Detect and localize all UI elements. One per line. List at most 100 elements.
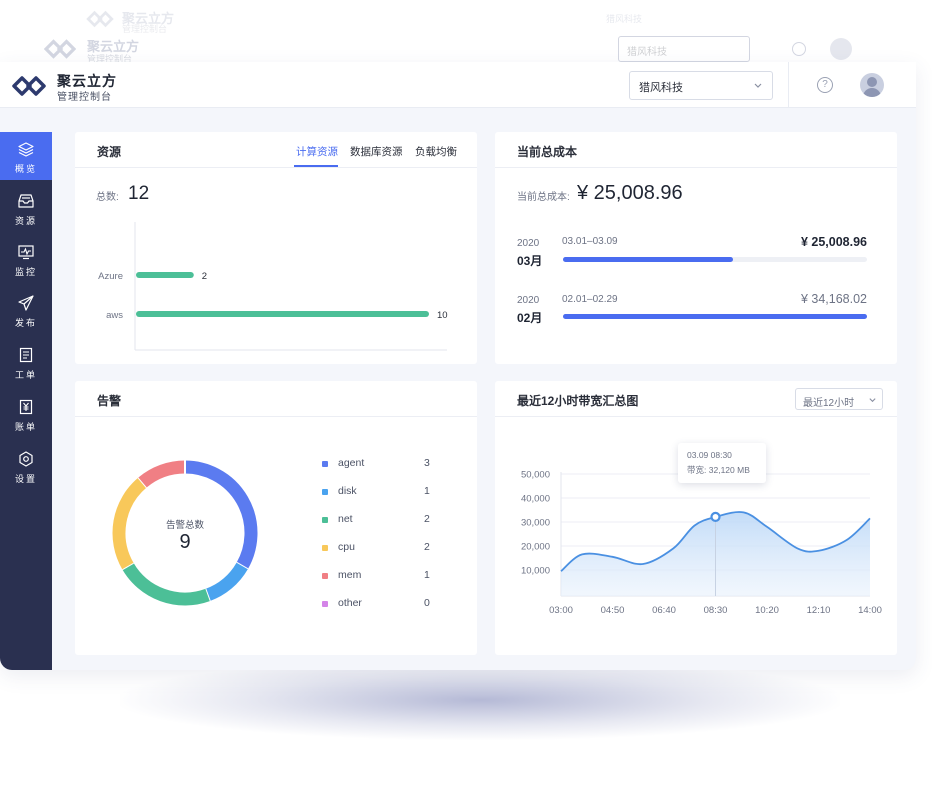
legend-value: 2 — [424, 541, 430, 553]
highlight-point — [710, 511, 721, 523]
bar-value-label: 10 — [437, 310, 448, 321]
divider — [788, 62, 789, 108]
tab-database[interactable]: 数据库资源 — [350, 144, 403, 159]
sidebar-item-label: 监控 — [14, 267, 37, 277]
avatar[interactable] — [860, 73, 884, 97]
x-tick-label: 14:00 — [858, 605, 882, 616]
layers-icon — [18, 142, 34, 157]
sidebar-item-label: 账单 — [14, 422, 37, 432]
tooltip-label: 带宽: — [687, 465, 707, 475]
card-header: 资源 计算资源 数据库资源 负载均衡 — [75, 132, 477, 168]
sidebar-item-label: 资源 — [14, 216, 37, 226]
inbox-icon — [18, 194, 34, 208]
bar-category-label: aws — [106, 310, 123, 321]
legend-label: other — [338, 597, 362, 609]
ghost-org: 猎风科技 — [606, 14, 643, 24]
legend-swatch — [322, 545, 328, 551]
total-value: 12 — [128, 183, 150, 204]
card-title: 当前总成本 — [517, 145, 578, 159]
donut-slice — [205, 562, 248, 602]
x-tick-label: 03:00 — [549, 605, 573, 616]
ghost-avatar — [830, 38, 852, 60]
y-tick-label: 10,000 — [521, 566, 550, 577]
app-window: 聚云立方 管理控制台 猎风科技 ? 概览 资源 监控 发布 工单 账单 设置 资… — [0, 62, 916, 670]
donut-slice — [122, 562, 210, 606]
sidebar-item-label: 发布 — [14, 318, 37, 328]
tab-active-underline — [294, 165, 338, 167]
period-year: 2020 — [517, 295, 540, 306]
sidebar-item-monitor[interactable]: 监控 — [0, 235, 52, 283]
legend-label: cpu — [338, 541, 355, 553]
cost-card: 当前总成本 当前总成本: ¥ 25,008.96 2020 03月 03.01–… — [495, 132, 897, 364]
logo-icon — [86, 10, 114, 28]
donut-slice — [138, 460, 186, 488]
y-tick-label: 50,000 — [521, 470, 550, 481]
legend-swatch — [322, 461, 328, 467]
period-month: 02月 — [517, 311, 543, 325]
donut-center-label: 告警总数 — [165, 520, 204, 531]
bill-icon — [19, 399, 33, 415]
send-icon — [18, 295, 34, 311]
alerts-card: 告警 告警总数 9 agent 3 disk 1 net 2 cpu 2 mem 1 other 0 — [75, 381, 477, 655]
org-select-value: 猎风科技 — [639, 82, 683, 94]
period-range: 03.01–03.09 — [562, 236, 618, 247]
help-icon[interactable]: ? — [817, 77, 833, 93]
x-tick-label: 04:50 — [601, 605, 625, 616]
y-tick-label: 20,000 — [521, 542, 550, 553]
x-tick-label: 12:10 — [807, 605, 831, 616]
monitor-icon — [18, 245, 34, 260]
period-progress-fill — [563, 314, 867, 319]
chevron-down-icon — [754, 83, 762, 88]
resources-card: 资源 计算资源 数据库资源 负载均衡 总数: 12 Azure2aws10024… — [75, 132, 477, 364]
legend-label: mem — [338, 569, 362, 581]
tooltip-value: 32,120 MB — [708, 465, 750, 475]
org-select[interactable]: 猎风科技 — [629, 71, 773, 100]
window-shadow — [120, 660, 840, 740]
chevron-down-icon — [869, 398, 876, 403]
sidebar-item-overview[interactable]: 概览 — [0, 132, 52, 180]
donut-center-value: 9 — [179, 531, 191, 553]
x-tick-label: 08:30 — [704, 605, 728, 616]
tab-load-balancer[interactable]: 负载均衡 — [415, 144, 457, 159]
legend-value: 2 — [424, 513, 430, 525]
card-header: 告警 — [75, 381, 477, 417]
sidebar-item-tickets[interactable]: 工单 — [0, 338, 52, 386]
logo-icon — [44, 39, 76, 59]
card-header: 当前总成本 — [495, 132, 897, 168]
resources-bar-chart: Azure2aws100246810 — [98, 222, 448, 351]
legend-label: agent — [338, 457, 365, 469]
period-progress-fill — [563, 257, 734, 262]
range-select-value: 最近12小时 — [803, 398, 855, 409]
sidebar-item-publish[interactable]: 发布 — [0, 286, 52, 334]
bar-category-label: Azure — [98, 271, 123, 282]
sidebar-item-settings[interactable]: 设置 — [0, 442, 52, 490]
sidebar-item-billing[interactable]: 账单 — [0, 390, 52, 438]
legend-item: disk 1 — [322, 484, 522, 500]
legend-value: 1 — [424, 569, 430, 581]
legend-swatch — [322, 573, 328, 579]
tab-compute[interactable]: 计算资源 — [296, 144, 338, 159]
y-tick-label: 30,000 — [521, 518, 550, 529]
period-amount: ¥ 25,008.96 — [800, 235, 867, 249]
brand-subtitle: 管理控制台 — [57, 92, 112, 103]
card-title: 告警 — [97, 394, 122, 408]
card-title: 资源 — [97, 145, 122, 159]
period-amount: ¥ 34,168.02 — [800, 292, 867, 306]
period-progress-track — [563, 257, 867, 262]
sidebar-item-label: 工单 — [14, 370, 37, 380]
top-bar: 聚云立方 管理控制台 猎风科技 ? — [0, 62, 916, 108]
sidebar-item-resources[interactable]: 资源 — [0, 184, 52, 232]
settings-icon — [19, 451, 33, 467]
range-select[interactable]: 最近12小时 — [795, 388, 883, 410]
ghost-window-mid: 聚云立方 管理控制台 猎风科技 — [44, 34, 864, 64]
legend-item: mem 1 — [322, 568, 522, 584]
card-header: 最近12小时带宽汇总图 最近12小时 — [495, 381, 897, 417]
x-tick-label: 06:40 — [652, 605, 676, 616]
total-label: 总数: — [96, 192, 119, 203]
bar-value-label: 2 — [202, 271, 207, 282]
period-progress-track — [563, 314, 867, 319]
alerts-legend: agent 3 disk 1 net 2 cpu 2 mem 1 other 0 — [322, 456, 462, 616]
ghost-window-back: 聚云立方 管理控制台 猎风科技 — [86, 6, 846, 36]
bar — [136, 272, 194, 278]
avatar-head — [867, 77, 877, 87]
